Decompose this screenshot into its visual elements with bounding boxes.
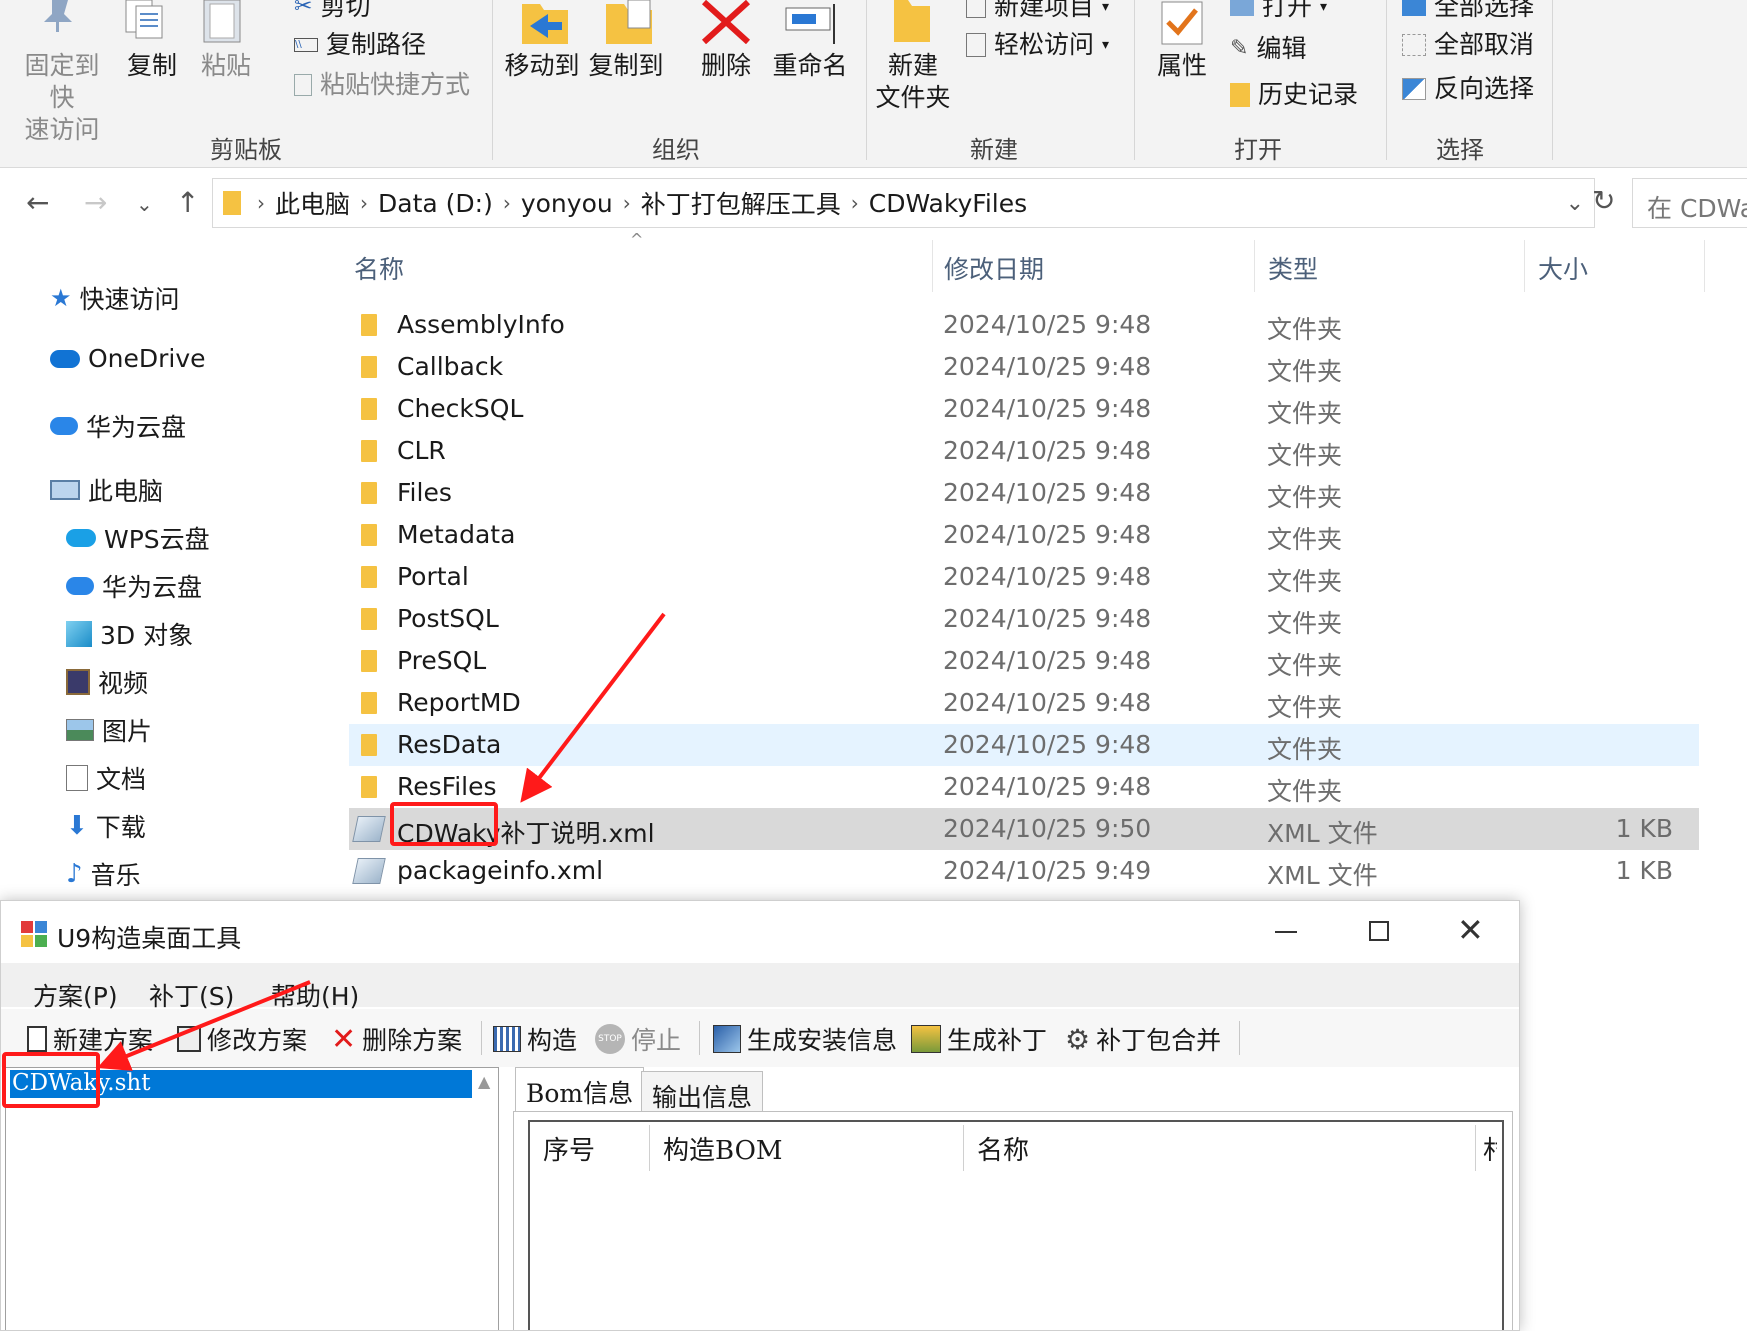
annotation-arrow xyxy=(520,612,666,803)
annotation-arrows xyxy=(97,612,666,1071)
annotation-arrow xyxy=(97,980,311,1071)
